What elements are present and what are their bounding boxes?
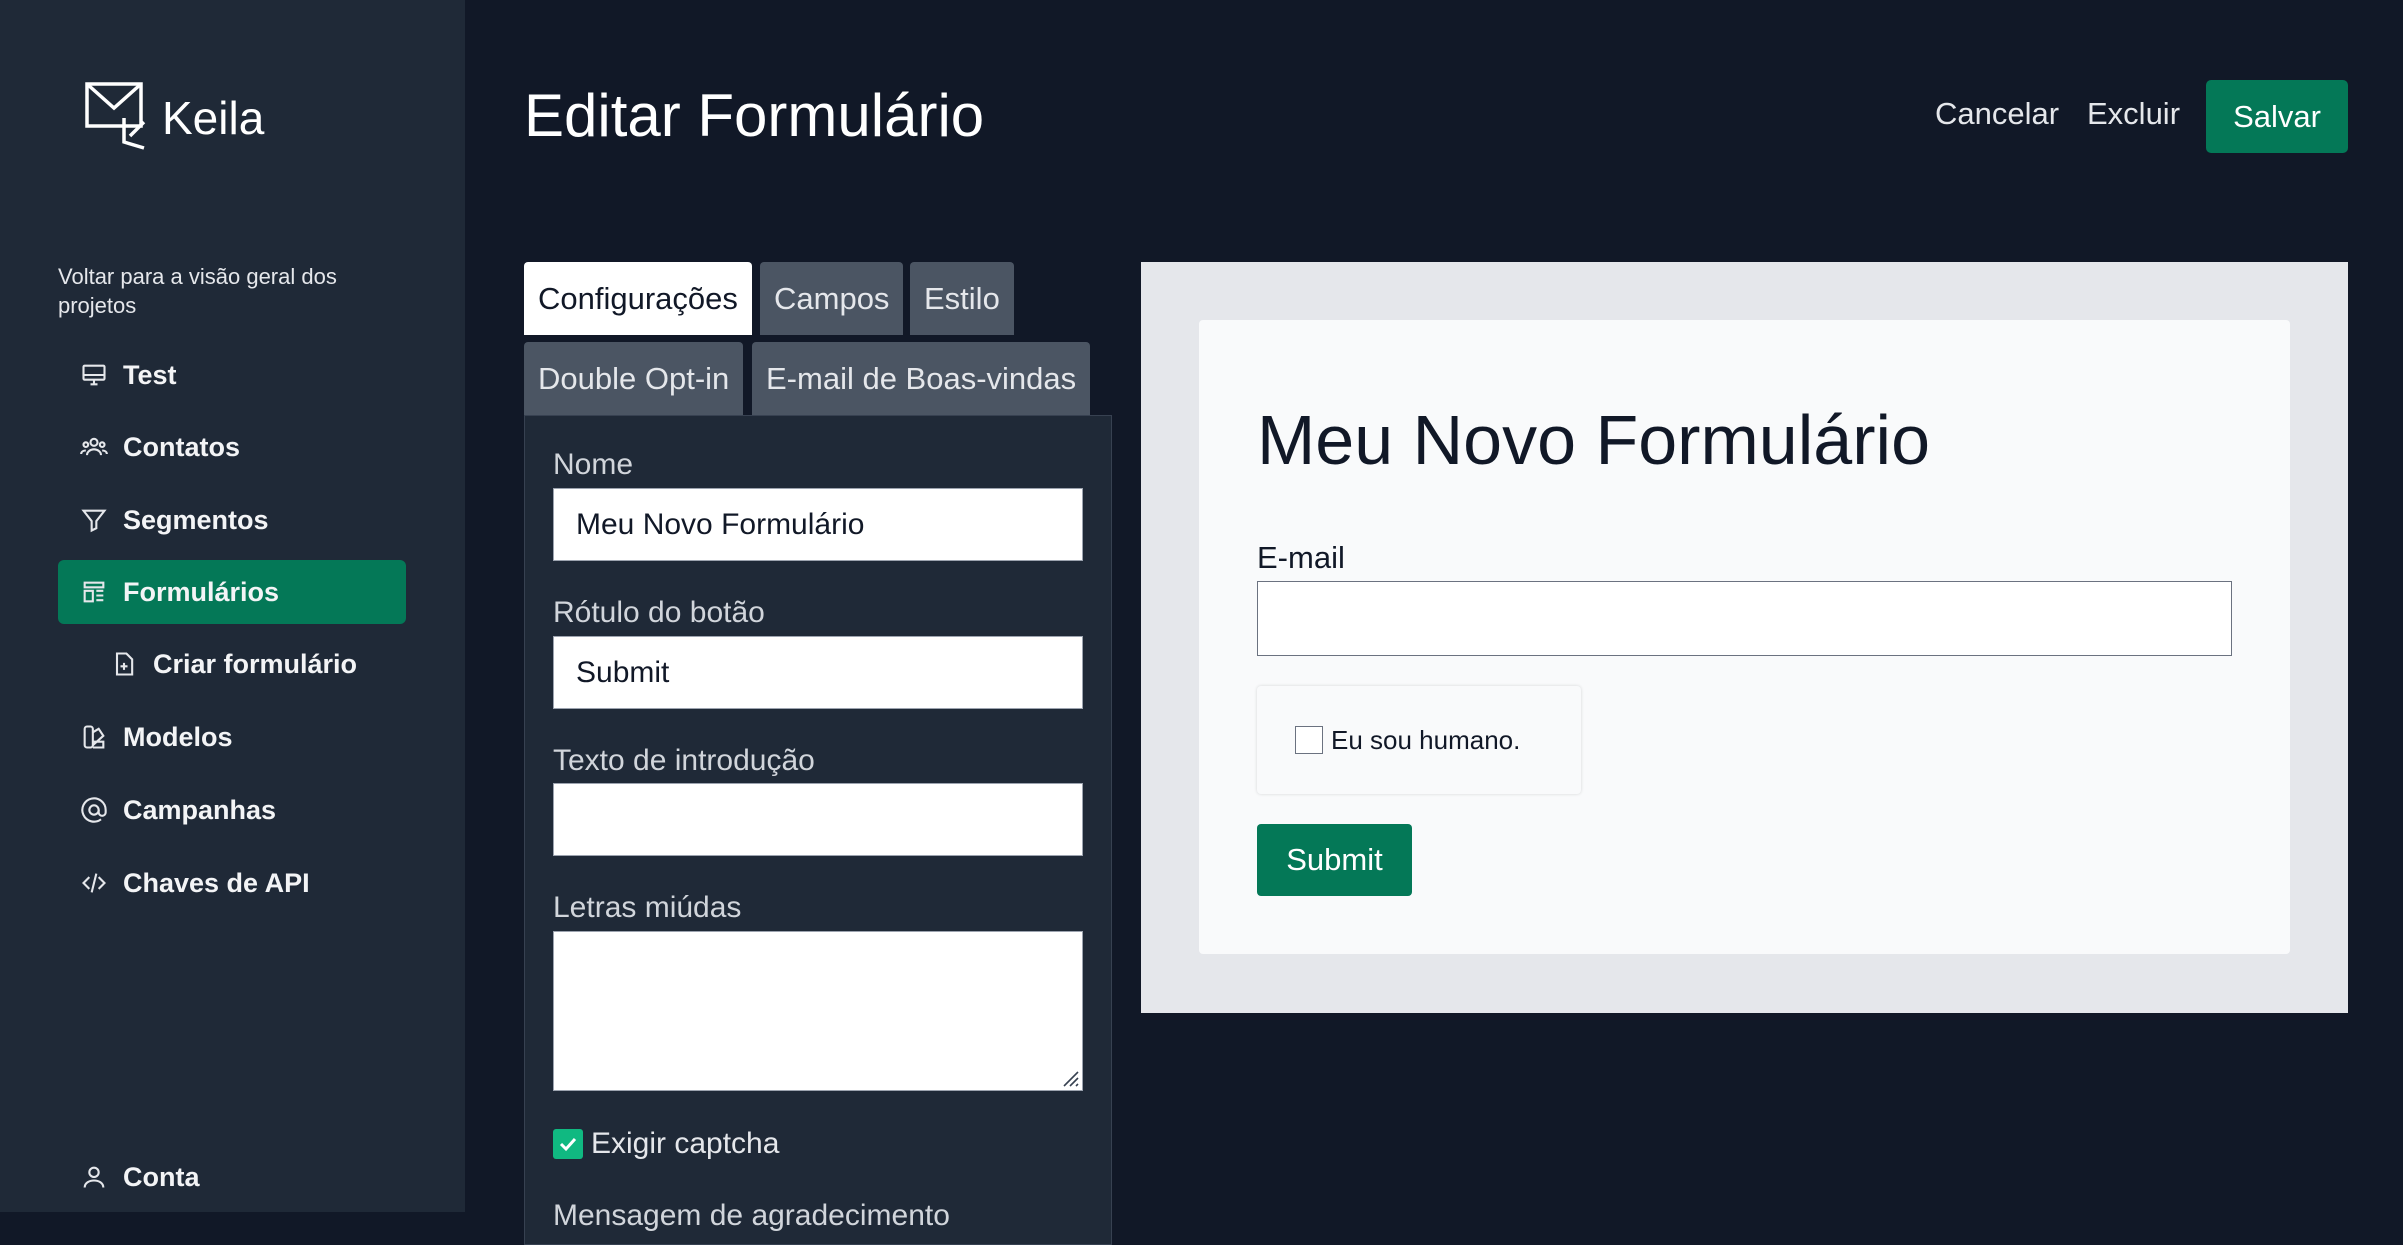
settings-panel: Nome Meu Novo Formulário Rótulo do botão…: [524, 415, 1112, 1245]
tab-configuracoes[interactable]: Configurações: [524, 262, 752, 335]
sidebar-item-modelos[interactable]: Modelos: [58, 705, 406, 769]
sidebar-item-formularios[interactable]: Formulários: [58, 560, 406, 624]
require-captcha-label: Exigir captcha: [591, 1127, 780, 1160]
color-swatch-icon: [80, 723, 108, 751]
filter-icon: [80, 506, 108, 534]
preview-submit-button[interactable]: Submit: [1257, 824, 1412, 896]
keila-logo-icon: [85, 82, 146, 150]
preview-form-card: Meu Novo Formulário E-mail Eu sou humano…: [1199, 320, 2290, 954]
intro-text-label: Texto de introdução: [553, 744, 815, 777]
sidebar-item-criar-formulario[interactable]: Criar formulário: [88, 632, 408, 696]
sidebar-item-label: Campanhas: [123, 794, 277, 825]
save-button[interactable]: Salvar: [2206, 80, 2348, 153]
sidebar-item-contatos[interactable]: Contatos: [58, 415, 406, 479]
at-symbol-icon: [80, 796, 108, 824]
tab-double-opt-in[interactable]: Double Opt-in: [524, 342, 744, 415]
resize-grip-icon[interactable]: [1058, 1066, 1080, 1088]
name-input[interactable]: Meu Novo Formulário: [553, 488, 1083, 561]
monitor-icon: [80, 361, 108, 389]
sidebar-item-chaves-de-api[interactable]: Chaves de API: [58, 851, 406, 915]
user-icon: [80, 1163, 108, 1191]
human-checkbox[interactable]: [1295, 726, 1323, 754]
button-label-label: Rótulo do botão: [553, 596, 765, 629]
intro-text-input[interactable]: [553, 783, 1083, 856]
code-icon: [80, 869, 108, 897]
preview-email-input[interactable]: [1257, 581, 2232, 656]
sidebar-item-conta[interactable]: Conta: [58, 1145, 406, 1209]
sidebar-item-label: Chaves de API: [123, 867, 310, 898]
tab-estilo[interactable]: Estilo: [910, 262, 1014, 335]
thanks-message-label: Mensagem de agradecimento: [553, 1199, 950, 1232]
sidebar-item-label: Criar formulário: [153, 648, 358, 679]
form-preview: Meu Novo Formulário E-mail Eu sou humano…: [1141, 262, 2348, 1013]
preview-email-label: E-mail: [1257, 540, 1345, 575]
app-name: Keila: [162, 92, 265, 144]
preview-form-title: Meu Novo Formulário: [1257, 401, 1930, 479]
sidebar-item-label: Conta: [123, 1161, 200, 1192]
human-checkbox-label: Eu sou humano.: [1331, 724, 1521, 755]
cancel-button[interactable]: Cancelar: [1935, 96, 2059, 132]
app-logo[interactable]: Keila: [84, 78, 264, 152]
sidebar-item-label: Modelos: [123, 721, 233, 752]
sidebar-item-campanhas[interactable]: Campanhas: [58, 778, 406, 842]
tab-campos[interactable]: Campos: [760, 262, 904, 335]
name-label: Nome: [553, 448, 634, 481]
require-captcha-row[interactable]: Exigir captcha: [553, 1127, 779, 1161]
document-add-icon: [110, 650, 138, 678]
tab-email-boas-vindas[interactable]: E-mail de Boas-vindas: [752, 342, 1091, 415]
sidebar-item-label: Contatos: [123, 431, 240, 462]
page-title: Editar Formulário: [524, 82, 985, 149]
sidebar-item-label: Formulários: [123, 576, 280, 607]
captcha-widget: Eu sou humano.: [1257, 686, 1581, 794]
fine-print-textarea[interactable]: [553, 931, 1083, 1091]
checkmark-icon: [559, 1137, 577, 1152]
sidebar-item-label: Test: [123, 359, 177, 390]
sidebar-item-test[interactable]: Test: [58, 343, 406, 407]
fine-print-label: Letras miúdas: [553, 891, 742, 924]
template-icon: [80, 578, 108, 606]
sidebar: Keila Voltar para a visão geral dos proj…: [0, 0, 465, 1212]
sidebar-item-label: Segmentos: [123, 504, 269, 535]
require-captcha-checkbox[interactable]: [553, 1129, 583, 1159]
users-icon: [80, 433, 108, 461]
sidebar-item-segmentos[interactable]: Segmentos: [58, 488, 406, 552]
back-to-projects-link[interactable]: Voltar para a visão geral dos projetos: [58, 262, 398, 320]
button-label-input[interactable]: Submit: [553, 636, 1083, 709]
delete-button[interactable]: Excluir: [2087, 96, 2180, 132]
